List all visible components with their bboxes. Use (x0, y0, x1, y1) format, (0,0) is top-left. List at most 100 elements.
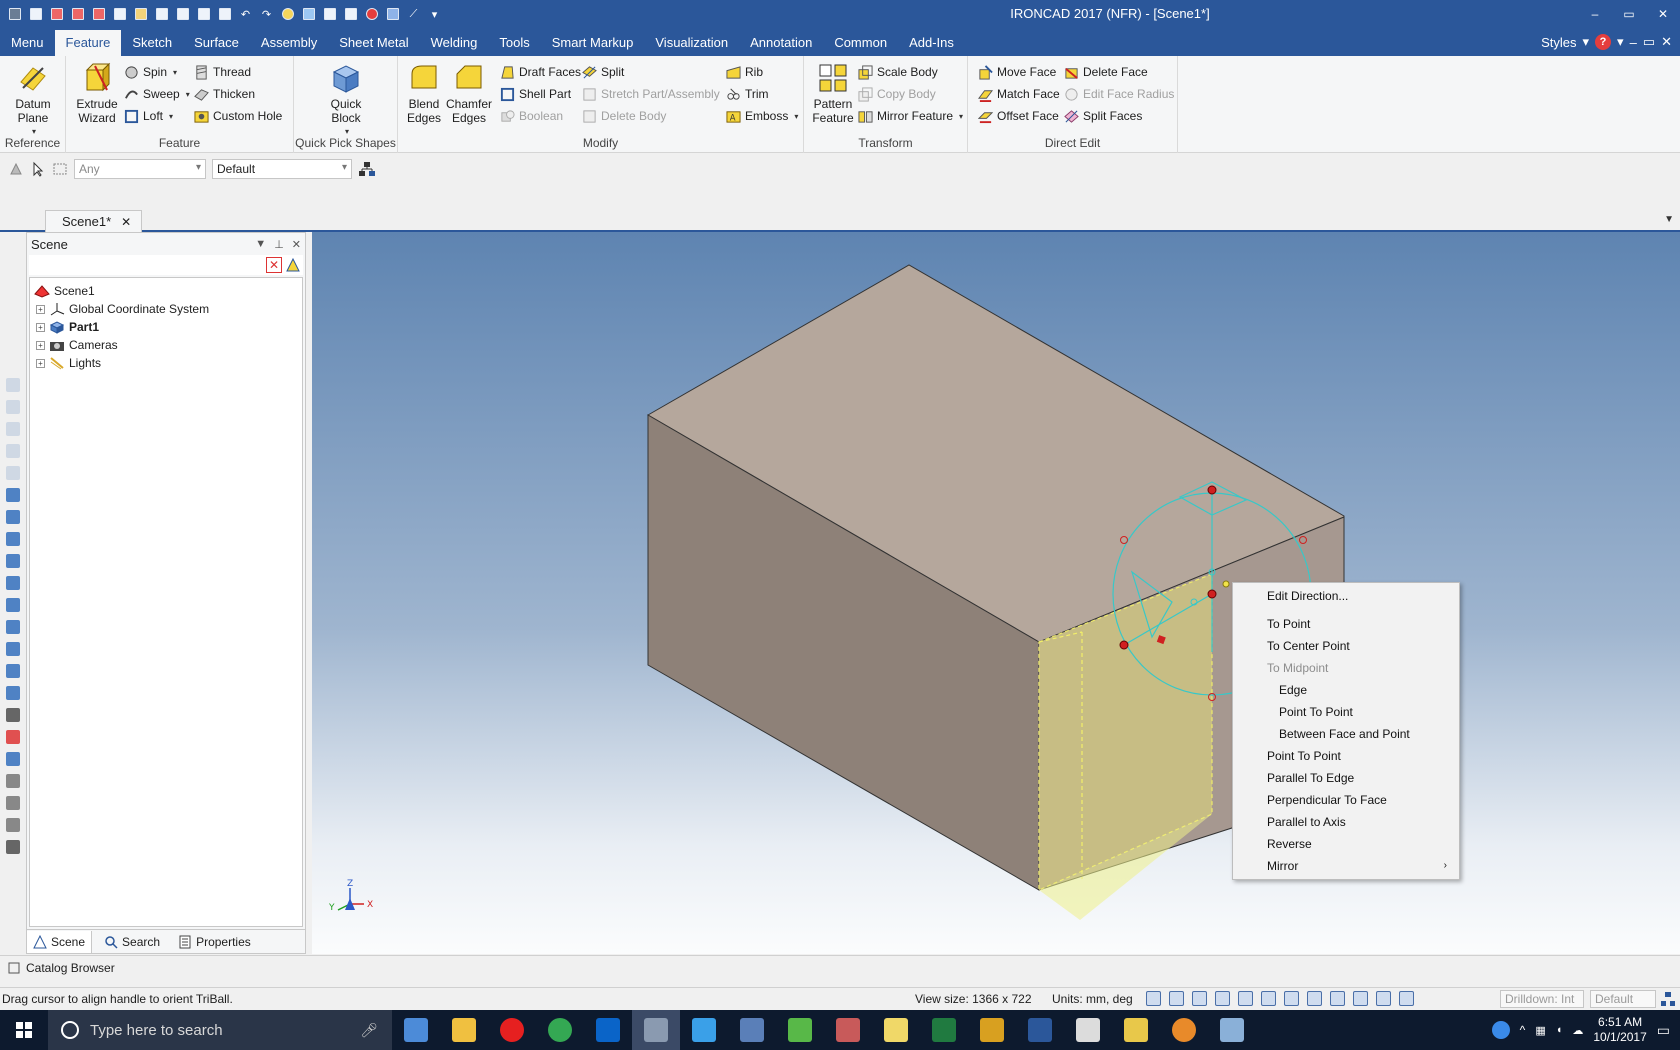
ribbon-close-icon[interactable]: ✕ (1661, 34, 1672, 50)
taskbar-app[interactable] (584, 1010, 632, 1050)
tree-item-scene1[interactable]: Scene1 (30, 282, 302, 300)
menu-item-point-to-point[interactable]: Point To Point (1233, 745, 1459, 767)
custom-hole-button[interactable]: Custom Hole (194, 106, 282, 126)
view-cube-icon[interactable] (6, 620, 20, 634)
maximize-button[interactable]: ▭ (1612, 0, 1646, 28)
view-tool-icon[interactable] (6, 378, 20, 392)
select-filter-icon[interactable] (8, 161, 24, 177)
ribbon-restore-icon[interactable]: ▭ (1643, 34, 1655, 50)
new-icon[interactable] (27, 6, 44, 23)
tab-welding[interactable]: Welding (420, 30, 489, 56)
stretch-part-button[interactable]: Stretch Part/Assembly (582, 84, 720, 104)
view-cube-icon[interactable] (6, 598, 20, 612)
print-icon[interactable] (111, 6, 128, 23)
help-tray-icon[interactable] (1491, 1021, 1510, 1039)
thicken-button[interactable]: Thicken (194, 84, 255, 104)
tab-visualization[interactable]: Visualization (644, 30, 739, 56)
save-icon[interactable] (153, 6, 170, 23)
render-mode-icon[interactable] (1238, 991, 1253, 1006)
view-cube-icon[interactable] (6, 510, 20, 524)
tab-feature[interactable]: Feature (54, 30, 122, 56)
minimize-button[interactable]: – (1578, 0, 1612, 28)
pointer-icon[interactable] (30, 161, 46, 177)
trim-button[interactable]: Trim (726, 84, 769, 104)
tab-sheet-metal[interactable]: Sheet Metal (328, 30, 419, 56)
view-cube-icon[interactable] (6, 642, 20, 656)
tab-assembly[interactable]: Assembly (250, 30, 328, 56)
extrude-wizard-button[interactable]: Extrude Wizard (74, 62, 120, 125)
volume-icon[interactable]: ◖ (1556, 1024, 1563, 1036)
redo-icon[interactable]: ↷ (258, 6, 275, 23)
blend-edges-button[interactable]: Blend Edges (404, 62, 444, 125)
taskbar-app[interactable] (1064, 1010, 1112, 1050)
pin-icon[interactable]: ⊥ (274, 238, 284, 251)
taskbar-app[interactable] (1208, 1010, 1256, 1050)
help-icon[interactable] (363, 6, 380, 23)
doc-tab-dropdown-icon[interactable]: ▼ (1664, 214, 1674, 225)
select-mode-icon[interactable] (1376, 991, 1391, 1006)
view-cube-icon[interactable] (6, 554, 20, 568)
tree-item-cameras[interactable]: + Cameras (30, 336, 302, 354)
taskbar-app[interactable] (488, 1010, 536, 1050)
new-scene-icon[interactable] (90, 6, 107, 23)
zoom-icon[interactable] (1146, 991, 1161, 1006)
microphone-icon[interactable]: 🎤︎ (360, 1022, 378, 1039)
dimension-icon[interactable] (6, 774, 20, 788)
taskbar-app[interactable] (1160, 1010, 1208, 1050)
network-icon[interactable]: ▦ (1535, 1024, 1545, 1037)
doc-tab-scene1[interactable]: Scene1* ✕ (45, 210, 143, 232)
cursor-mode-icon[interactable] (1399, 991, 1414, 1006)
menu-item-edit-direction[interactable]: Edit Direction... (1233, 585, 1459, 607)
3d-viewport[interactable]: Z X Y (312, 232, 1680, 954)
panel-tab-properties[interactable]: Properties (172, 931, 257, 953)
measure-icon[interactable] (6, 708, 20, 722)
app-icon[interactable] (6, 6, 23, 23)
taskbar-app[interactable] (776, 1010, 824, 1050)
open-icon[interactable] (132, 6, 149, 23)
mirror-feature-button[interactable]: Mirror Feature ▾ (858, 106, 963, 126)
expand-icon[interactable]: + (36, 340, 45, 350)
pattern-feature-button[interactable]: Pattern Feature (810, 62, 856, 125)
tab-annotation[interactable]: Annotation (739, 30, 823, 56)
thread-button[interactable]: Thread (194, 62, 251, 82)
sparkle-icon[interactable] (300, 6, 317, 23)
chamfer-edges-button[interactable]: Chamfer Edges (446, 62, 492, 125)
expand-icon[interactable]: + (36, 358, 45, 368)
menu-item-between-face-and-point[interactable]: Between Face and Point (1233, 723, 1459, 745)
clock[interactable]: 6:51 AM 10/1/2017 (1593, 1015, 1646, 1045)
panel-tab-scene[interactable]: Scene (27, 930, 93, 953)
tray-chevron-icon[interactable]: ^ (1520, 1023, 1526, 1037)
properties-icon[interactable] (321, 6, 338, 23)
split-faces-button[interactable]: Split Faces (1064, 106, 1142, 126)
taskbar-app[interactable] (1016, 1010, 1064, 1050)
paste-icon[interactable] (216, 6, 233, 23)
copy-icon[interactable] (195, 6, 212, 23)
menu-item-edge[interactable]: Edge (1233, 679, 1459, 701)
taskbar-app[interactable] (632, 1010, 680, 1050)
delete-face-button[interactable]: Delete Face (1064, 62, 1148, 82)
menu-item-parallel-to-edge[interactable]: Parallel To Edge (1233, 767, 1459, 789)
tab-smart-markup[interactable]: Smart Markup (541, 30, 645, 56)
taskbar-app[interactable] (728, 1010, 776, 1050)
bulb-icon[interactable] (279, 6, 296, 23)
tab-tools[interactable]: Tools (488, 30, 540, 56)
tab-menu[interactable]: Menu (0, 30, 55, 56)
style-combo[interactable]: Default (212, 159, 352, 179)
shading-icon[interactable] (1192, 991, 1207, 1006)
view-cube-icon[interactable] (6, 488, 20, 502)
draft-faces-button[interactable]: Draft Faces (500, 62, 581, 82)
cut-icon[interactable] (174, 6, 191, 23)
ruler-icon[interactable] (6, 840, 20, 854)
box-select-icon[interactable] (52, 161, 68, 177)
sweep-button[interactable]: Sweep ▾ (124, 84, 190, 104)
split-button[interactable]: Split (582, 62, 624, 82)
section-icon[interactable] (1261, 991, 1276, 1006)
menu-item-reverse[interactable]: Reverse (1233, 833, 1459, 855)
layout-icon[interactable] (342, 6, 359, 23)
view-tool-icon[interactable] (6, 466, 20, 480)
tab-sketch[interactable]: Sketch (121, 30, 183, 56)
panel-dropdown-icon[interactable]: ▼ (255, 238, 266, 251)
rib-button[interactable]: Rib (726, 62, 763, 82)
datum-plane-button[interactable]: Datum Plane ▾ (8, 62, 58, 139)
expand-icon[interactable]: + (36, 304, 45, 314)
